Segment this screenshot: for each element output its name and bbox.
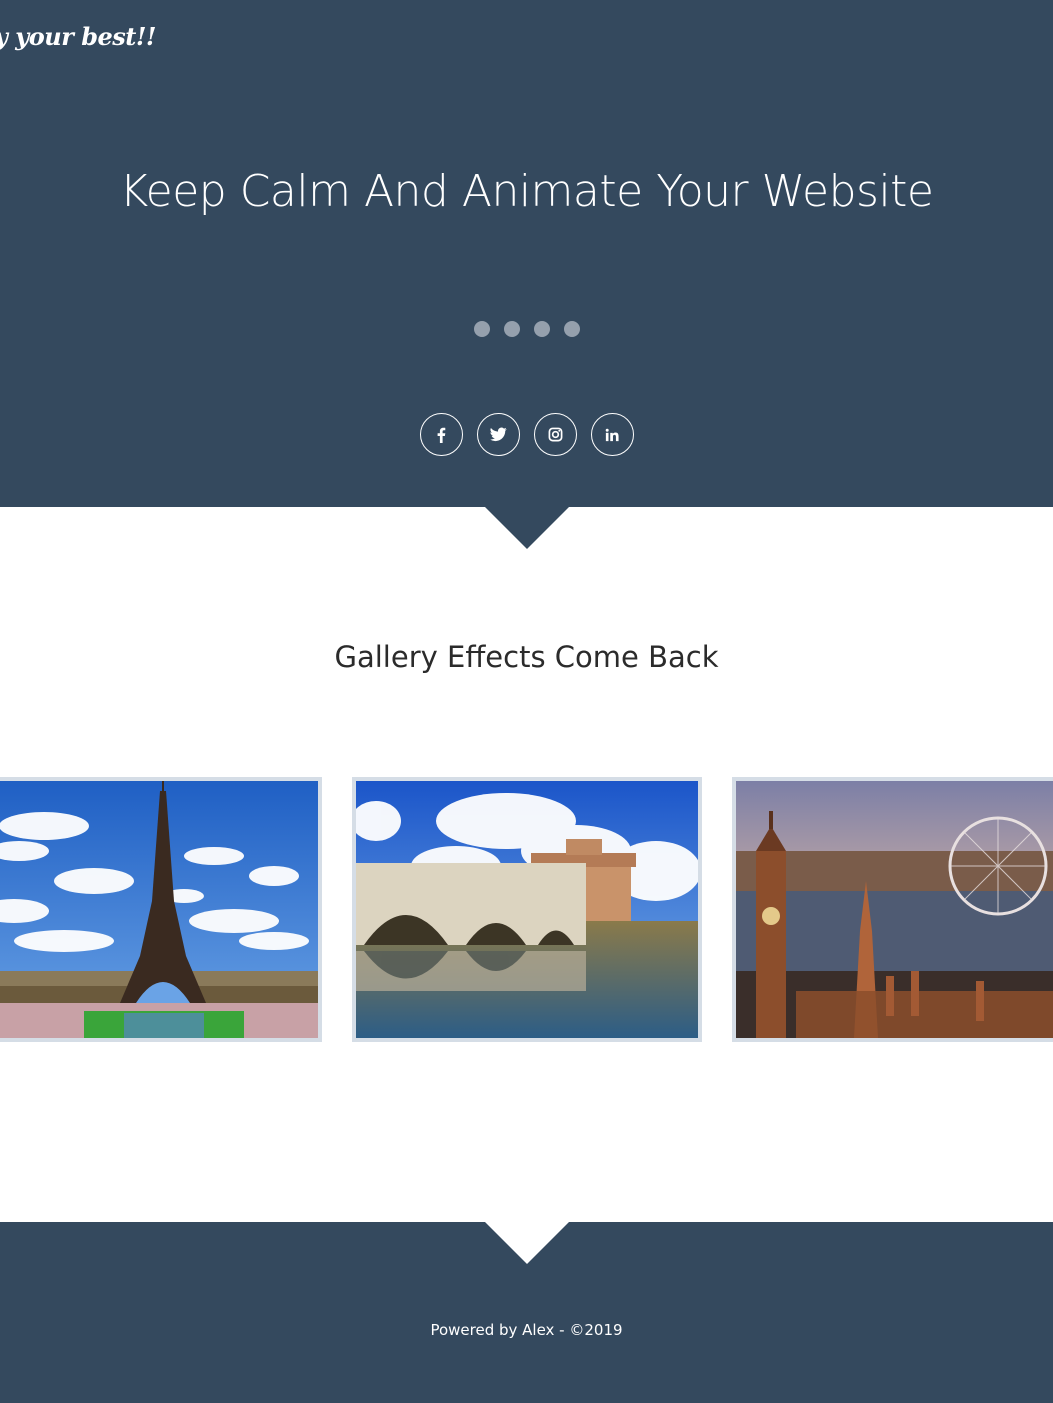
slider-dot-2[interactable] [503,321,520,337]
section-divider-arrow [485,507,569,549]
linkedin-icon [605,428,619,441]
slider-dot-1[interactable] [473,321,490,337]
gallery-title: Gallery Effects Come Back [334,640,719,674]
facebook-icon [437,427,446,443]
gallery-image-eiffel-tower[interactable] [0,777,322,1042]
tagline: y your best!! [0,22,156,51]
slider-dot-3[interactable] [533,321,550,337]
footer-copyright: Powered by Alex - ©2019 [430,1321,623,1339]
social-links [0,413,1053,456]
instagram-icon [548,427,562,442]
instagram-button[interactable] [533,413,577,456]
hero-section: y your best!! Keep Calm And Animate Your… [0,0,1053,507]
twitter-icon [489,427,507,442]
slider-dot-4[interactable] [563,321,580,337]
gallery-image-london[interactable] [732,777,1053,1042]
slider-dots [0,321,1053,337]
linkedin-button[interactable] [590,413,634,456]
footer-divider-arrow [485,1222,569,1264]
facebook-button[interactable] [419,413,463,456]
gallery-image-rome-bridge[interactable] [352,777,702,1042]
hero-title: Keep Calm And Animate Your Website [119,166,934,217]
twitter-button[interactable] [476,413,520,456]
